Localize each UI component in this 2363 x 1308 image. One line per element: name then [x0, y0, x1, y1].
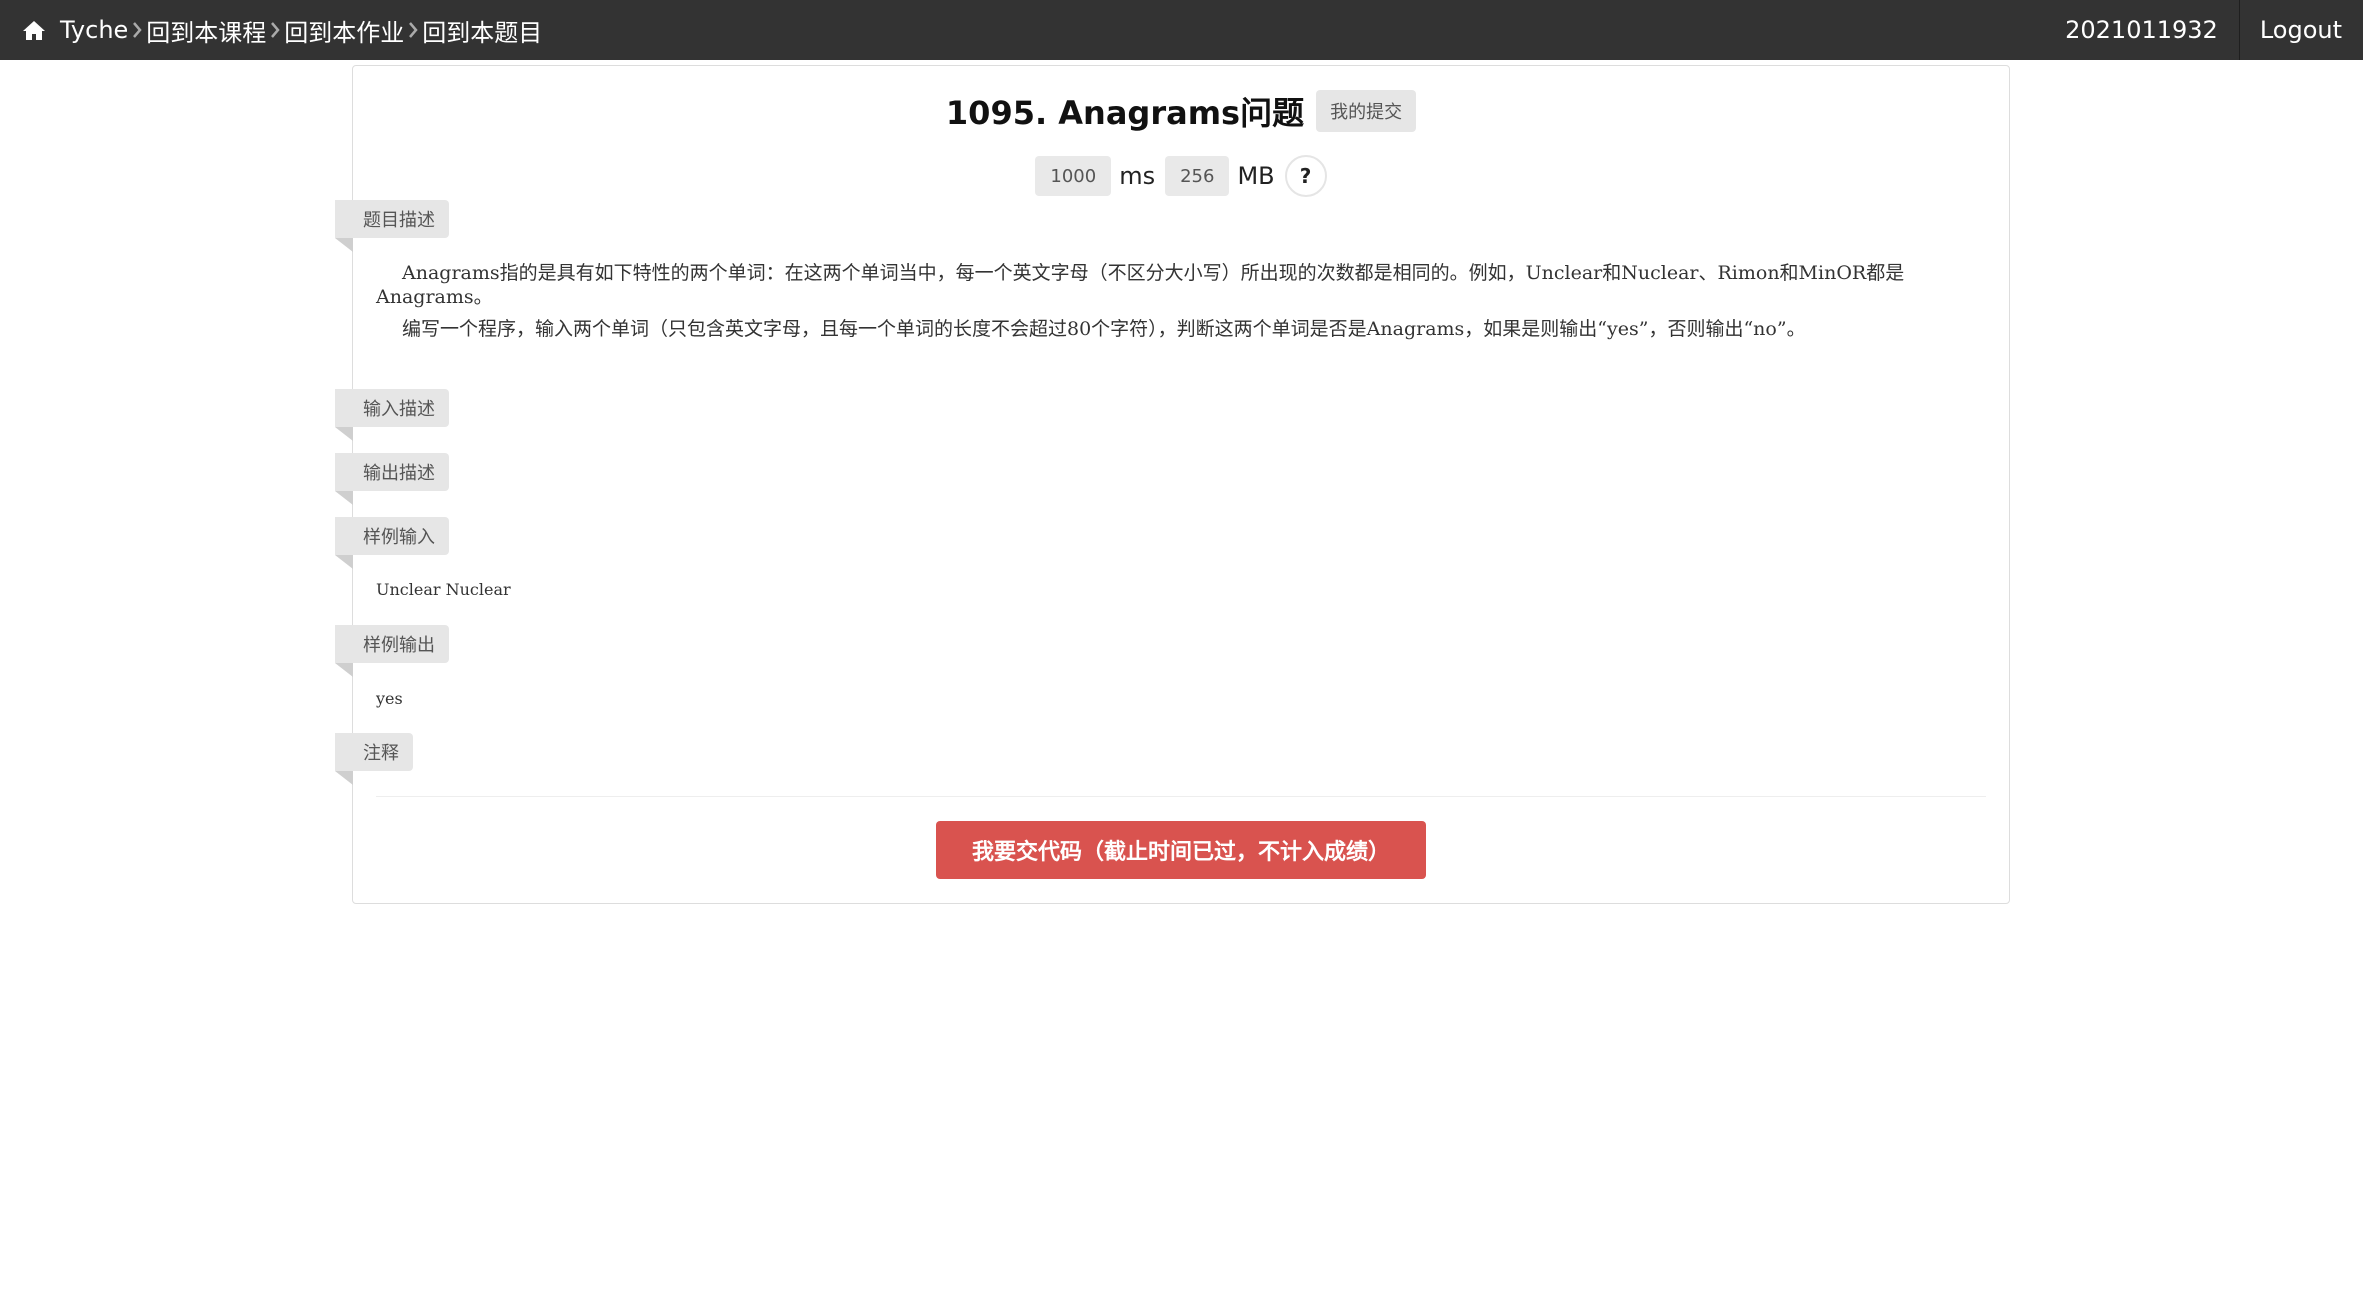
home-icon[interactable] — [22, 19, 46, 41]
section-label-text: 样例输出 — [363, 635, 435, 656]
chevron-right-icon — [133, 22, 142, 38]
problem-card: 1095. Anagrams问题 我的提交 1000 ms 256 MB ? 题… — [335, 65, 2010, 904]
user-id[interactable]: 2021011932 — [2044, 16, 2239, 44]
section-label-text: 输出描述 — [363, 463, 435, 484]
ribbon-fold — [335, 663, 353, 677]
description-paragraph: Anagrams指的是具有如下特性的两个单词：在这两个单词当中，每一个英文字母（… — [376, 262, 1905, 308]
memory-unit: MB — [1237, 162, 1275, 190]
problem-title: 1095. Anagrams问题 — [945, 94, 1305, 132]
ribbon-fold — [335, 427, 353, 441]
problem-description: Anagrams指的是具有如下特性的两个单词：在这两个单词当中，每一个英文字母（… — [376, 261, 1966, 349]
ribbon-fold — [335, 491, 353, 505]
ribbon-fold — [335, 555, 353, 569]
back-to-problem-link[interactable]: 回到本题目 — [422, 13, 542, 48]
section-label-output: 输出描述 — [335, 453, 449, 505]
section-label-note: 注释 — [335, 733, 413, 785]
time-limit-value: 1000 — [1035, 156, 1112, 196]
ribbon-fold — [335, 238, 353, 252]
top-navbar: Tyche 回到本课程 回到本作业 回到本题目 2021011932 Logou… — [0, 0, 2363, 60]
chevron-right-icon — [271, 22, 280, 38]
section-label-sample-input: 样例输入 — [335, 517, 449, 569]
nav-right: 2021011932 Logout — [2044, 0, 2363, 60]
sample-output-text: yes — [376, 689, 403, 708]
section-label-text: 样例输入 — [363, 527, 435, 548]
title-row: 1095. Anagrams问题 我的提交 — [353, 88, 2009, 134]
logout-link[interactable]: Logout — [2240, 16, 2363, 44]
my-submissions-button[interactable]: 我的提交 — [1316, 90, 1417, 132]
help-button[interactable]: ? — [1284, 155, 1327, 197]
ribbon-fold — [335, 771, 353, 785]
section-label-text: 输入描述 — [363, 399, 435, 420]
chevron-right-icon — [409, 22, 418, 38]
memory-limit-value: 256 — [1165, 156, 1230, 196]
section-label-text: 注释 — [363, 743, 399, 764]
section-label-sample-output: 样例输出 — [335, 625, 449, 677]
section-label-description: 题目描述 — [335, 200, 449, 252]
back-to-course-link[interactable]: 回到本课程 — [146, 13, 266, 48]
section-label-text: 题目描述 — [363, 210, 435, 231]
limits-row: 1000 ms 256 MB ? — [353, 155, 2009, 197]
description-paragraph: 编写一个程序，输入两个单词（只包含英文字母，且每一个单词的长度不会超过80个字符… — [402, 318, 1806, 340]
time-unit: ms — [1119, 162, 1156, 190]
sample-input-text: Unclear Nuclear — [376, 580, 511, 599]
brand-link[interactable]: Tyche — [60, 16, 128, 44]
section-label-input: 输入描述 — [335, 389, 449, 441]
breadcrumb: Tyche 回到本课程 回到本作业 回到本题目 — [22, 0, 542, 60]
submit-code-button[interactable]: 我要交代码（截止时间已过，不计入成绩） — [936, 821, 1426, 879]
back-to-assignment-link[interactable]: 回到本作业 — [284, 13, 404, 48]
divider — [376, 796, 1986, 797]
